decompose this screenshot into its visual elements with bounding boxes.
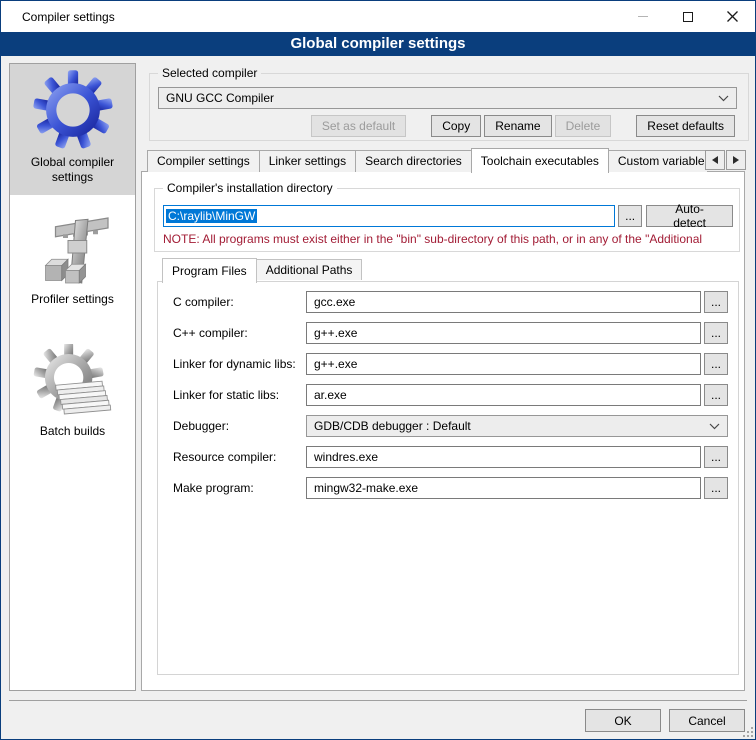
tab-compiler-settings[interactable]: Compiler settings (147, 150, 260, 172)
compiler-settings-dialog: Compiler settings Global compiler settin… (0, 0, 756, 740)
maximize-button[interactable] (665, 1, 710, 32)
program-files-tabstrip: Program Files Additional Paths (162, 257, 361, 282)
field-row-static-linker: Linker for static libs: ar.exe ... (173, 384, 728, 406)
compiler-select-value: GNU GCC Compiler (166, 91, 274, 105)
reset-defaults-button[interactable]: Reset defaults (636, 115, 735, 137)
dynamic-linker-input[interactable]: g++.exe (306, 353, 701, 375)
sidebar-item-profiler-settings[interactable]: Profiler settings (10, 203, 135, 317)
settings-category-list: Global compiler settings Profiler settin… (9, 63, 136, 691)
chevron-down-icon (718, 95, 729, 102)
tab-scroll-left-button[interactable] (705, 150, 725, 170)
chevron-down-icon (709, 423, 720, 430)
installation-directory-group-label: Compiler's installation directory (163, 181, 337, 196)
tab-scroll-right-button[interactable] (726, 150, 746, 170)
copy-button[interactable]: Copy (431, 115, 481, 137)
tab-additional-paths[interactable]: Additional Paths (256, 259, 363, 280)
arrow-left-icon (712, 156, 718, 164)
sidebar-item-global-compiler-settings[interactable]: Global compiler settings (10, 64, 135, 195)
delete-button[interactable]: Delete (555, 115, 612, 137)
resource-compiler-browse-button[interactable]: ... (704, 446, 728, 468)
tab-toolchain-executables[interactable]: Toolchain executables (471, 148, 609, 173)
field-value: windres.exe (314, 450, 378, 464)
rename-button[interactable]: Rename (484, 115, 551, 137)
cpp-compiler-browse-button[interactable]: ... (704, 322, 728, 344)
make-program-browse-button[interactable]: ... (704, 477, 728, 499)
field-label: Resource compiler: (173, 450, 306, 464)
close-icon (727, 11, 738, 22)
field-value: mingw32-make.exe (314, 481, 418, 495)
auto-detect-button[interactable]: Auto-detect (646, 205, 733, 227)
titlebar: Compiler settings (1, 1, 755, 32)
debugger-select[interactable]: GDB/CDB debugger : Default (306, 415, 728, 437)
field-row-c-compiler: C compiler: gcc.exe ... (173, 291, 728, 313)
page-title: Global compiler settings (1, 32, 755, 56)
cancel-button[interactable]: Cancel (669, 709, 745, 732)
field-row-cpp-compiler: C++ compiler: g++.exe ... (173, 322, 728, 344)
toolchain-executables-panel: Compiler's installation directory C:\ray… (141, 171, 745, 691)
c-compiler-browse-button[interactable]: ... (704, 291, 728, 313)
tab-scroll-buttons (704, 150, 746, 170)
field-row-resource-compiler: Resource compiler: windres.exe ... (173, 446, 728, 468)
field-label: Linker for static libs: (173, 388, 306, 402)
sidebar-item-batch-builds[interactable]: Batch builds (10, 339, 135, 449)
maximize-icon (683, 12, 693, 22)
field-row-dynamic-linker: Linker for dynamic libs: g++.exe ... (173, 353, 728, 375)
static-linker-input[interactable]: ar.exe (306, 384, 701, 406)
blue-gear-icon (32, 69, 114, 151)
dynamic-linker-browse-button[interactable]: ... (704, 353, 728, 375)
compiler-select[interactable]: GNU GCC Compiler (158, 87, 737, 109)
field-label: Make program: (173, 481, 306, 495)
sidebar-item-label: Profiler settings (31, 292, 114, 307)
installation-directory-value: C:\raylib\MinGW (166, 209, 257, 223)
field-value: gcc.exe (314, 295, 355, 309)
footer-divider (9, 700, 747, 701)
sidebar-item-label: Global compiler settings (13, 155, 132, 185)
make-program-input[interactable]: mingw32-make.exe (306, 477, 701, 499)
arrow-right-icon (733, 156, 739, 164)
tab-program-files[interactable]: Program Files (162, 258, 257, 283)
program-files-panel: C compiler: gcc.exe ... C++ compiler: g+… (157, 281, 739, 675)
tab-custom-variables[interactable]: Custom variables (608, 150, 707, 172)
set-as-default-button[interactable]: Set as default (311, 115, 406, 137)
gray-gear-papers-icon (29, 344, 117, 420)
close-button[interactable] (710, 1, 755, 32)
compiler-buttons-row: Set as default Copy Rename Delete Reset … (158, 115, 735, 137)
field-label: Linker for dynamic libs: (173, 357, 306, 371)
field-value: ar.exe (314, 388, 347, 402)
ok-button[interactable]: OK (585, 709, 661, 732)
window-title: Compiler settings (22, 10, 115, 24)
field-value: g++.exe (314, 326, 357, 340)
installation-directory-input[interactable]: C:\raylib\MinGW (163, 205, 615, 227)
installation-directory-group: Compiler's installation directory C:\ray… (154, 188, 740, 252)
c-compiler-input[interactable]: gcc.exe (306, 291, 701, 313)
caliper-icon (33, 208, 113, 288)
field-value: g++.exe (314, 357, 357, 371)
field-label: C compiler: (173, 295, 306, 309)
field-row-make-program: Make program: mingw32-make.exe ... (173, 477, 728, 499)
selected-compiler-group: Selected compiler GNU GCC Compiler Set a… (149, 73, 749, 141)
tab-search-directories[interactable]: Search directories (355, 150, 472, 172)
tab-linker-settings[interactable]: Linker settings (259, 150, 356, 172)
installation-directory-note: NOTE: All programs must exist either in … (163, 232, 737, 246)
window-controls (620, 1, 755, 32)
minimize-icon (638, 16, 648, 17)
field-label: Debugger: (173, 419, 306, 433)
resize-grip[interactable] (743, 727, 753, 737)
cpp-compiler-input[interactable]: g++.exe (306, 322, 701, 344)
resource-compiler-input[interactable]: windres.exe (306, 446, 701, 468)
field-row-debugger: Debugger: GDB/CDB debugger : Default (173, 415, 728, 437)
field-label: C++ compiler: (173, 326, 306, 340)
installation-directory-browse-button[interactable]: ... (618, 205, 642, 227)
installation-directory-row: C:\raylib\MinGW ... Auto-detect (163, 205, 733, 227)
settings-tabstrip: Compiler settings Linker settings Search… (147, 147, 707, 173)
static-linker-browse-button[interactable]: ... (704, 384, 728, 406)
selected-compiler-group-label: Selected compiler (158, 66, 261, 81)
sidebar-item-label: Batch builds (40, 424, 105, 439)
field-value: GDB/CDB debugger : Default (314, 419, 471, 433)
minimize-button[interactable] (620, 1, 665, 32)
